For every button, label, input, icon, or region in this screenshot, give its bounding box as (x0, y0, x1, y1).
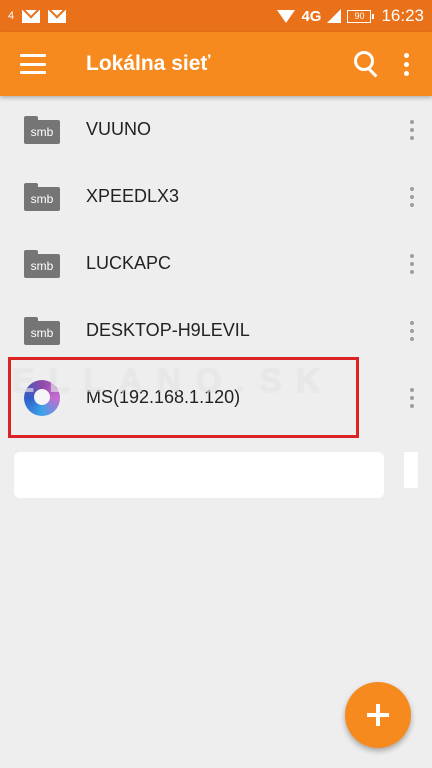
network-list: smb VUUNO smb XPEEDLX3 smb LUCKAPC smb D… (0, 96, 432, 431)
smb-folder-icon: smb (24, 182, 60, 211)
network-type: 4G (301, 7, 322, 25)
battery-icon: 90 (347, 9, 375, 23)
search-icon[interactable] (346, 44, 386, 84)
item-more-icon[interactable] (404, 317, 420, 345)
list-item[interactable]: smb DESKTOP-H9LEVIL (0, 297, 432, 364)
list-item-label: LUCKAPC (86, 253, 172, 273)
overflow-menu-icon[interactable] (386, 44, 426, 84)
status-bar: 4 4G 90 16:23 (0, 0, 432, 32)
list-item[interactable]: smb VUUNO (0, 96, 432, 163)
item-more-icon[interactable] (404, 116, 420, 144)
redacted-area-2 (404, 452, 418, 488)
list-item[interactable]: smb XPEEDLX3 (0, 163, 432, 230)
smb-folder-icon: smb (24, 249, 60, 278)
list-item[interactable]: smb LUCKAPC (0, 230, 432, 297)
list-item-label: MS(192.168.1.120) (86, 387, 241, 407)
page-title: Lokálna sieť (86, 52, 211, 75)
hamburger-menu-icon[interactable] (20, 54, 46, 74)
add-button[interactable] (345, 682, 411, 748)
notification-count: 4 (8, 10, 15, 22)
redacted-area (14, 452, 384, 498)
list-item-label: XPEEDLX3 (86, 186, 180, 206)
mail-icon-2 (48, 9, 67, 23)
list-item-label: VUUNO (86, 119, 152, 139)
mail-icon (22, 9, 41, 23)
status-notifications: 4 (8, 9, 67, 23)
item-more-icon[interactable] (404, 384, 420, 412)
signal-icon (327, 9, 342, 23)
status-system-icons: 4G 90 16:23 (277, 6, 424, 26)
media-server-icon (24, 379, 60, 416)
status-time: 16:23 (381, 6, 424, 25)
item-more-icon[interactable] (404, 250, 420, 278)
app-bar: Lokálna sieť (0, 32, 432, 96)
smb-folder-icon: smb (24, 316, 60, 345)
item-more-icon[interactable] (404, 183, 420, 211)
wifi-icon (277, 9, 296, 23)
list-item-label: DESKTOP-H9LEVIL (86, 320, 250, 340)
smb-folder-icon: smb (24, 115, 60, 144)
list-item-media-server[interactable]: MS(192.168.1.120) (0, 364, 432, 431)
